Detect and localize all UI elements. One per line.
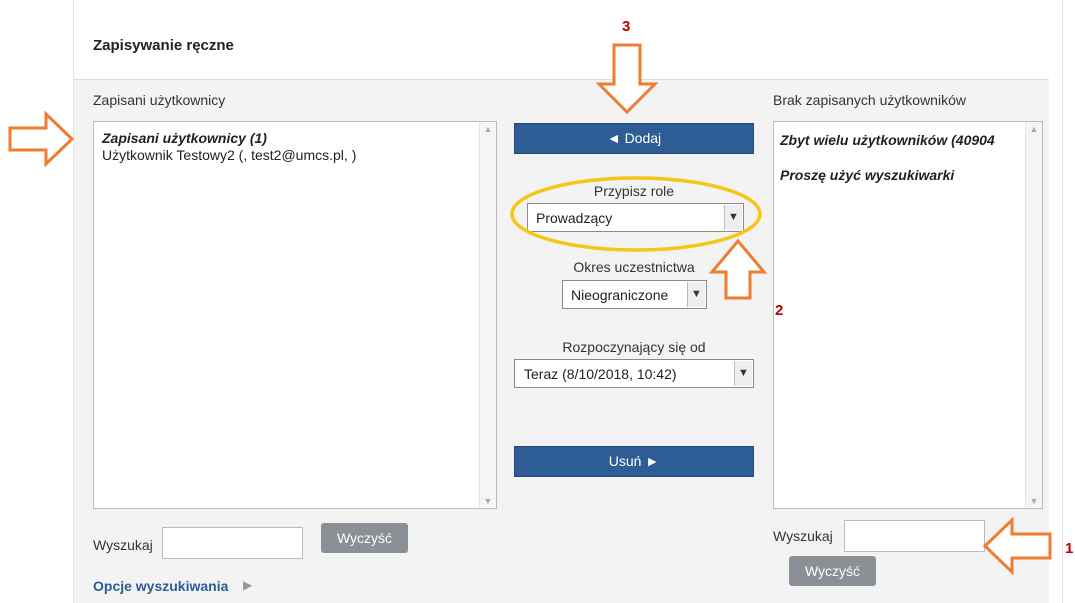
annotation-overlay bbox=[8, 43, 1052, 576]
arrow-up-icon bbox=[708, 238, 768, 300]
arrow-right-icon bbox=[8, 110, 75, 168]
arrow-down-icon bbox=[595, 43, 659, 115]
annotation-number-3: 3 bbox=[622, 18, 631, 35]
annotation-number-1: 1 bbox=[1065, 540, 1074, 557]
annotation-number-2: 2 bbox=[775, 302, 784, 319]
highlight-ellipse bbox=[510, 176, 762, 252]
arrow-left-icon bbox=[982, 516, 1052, 576]
